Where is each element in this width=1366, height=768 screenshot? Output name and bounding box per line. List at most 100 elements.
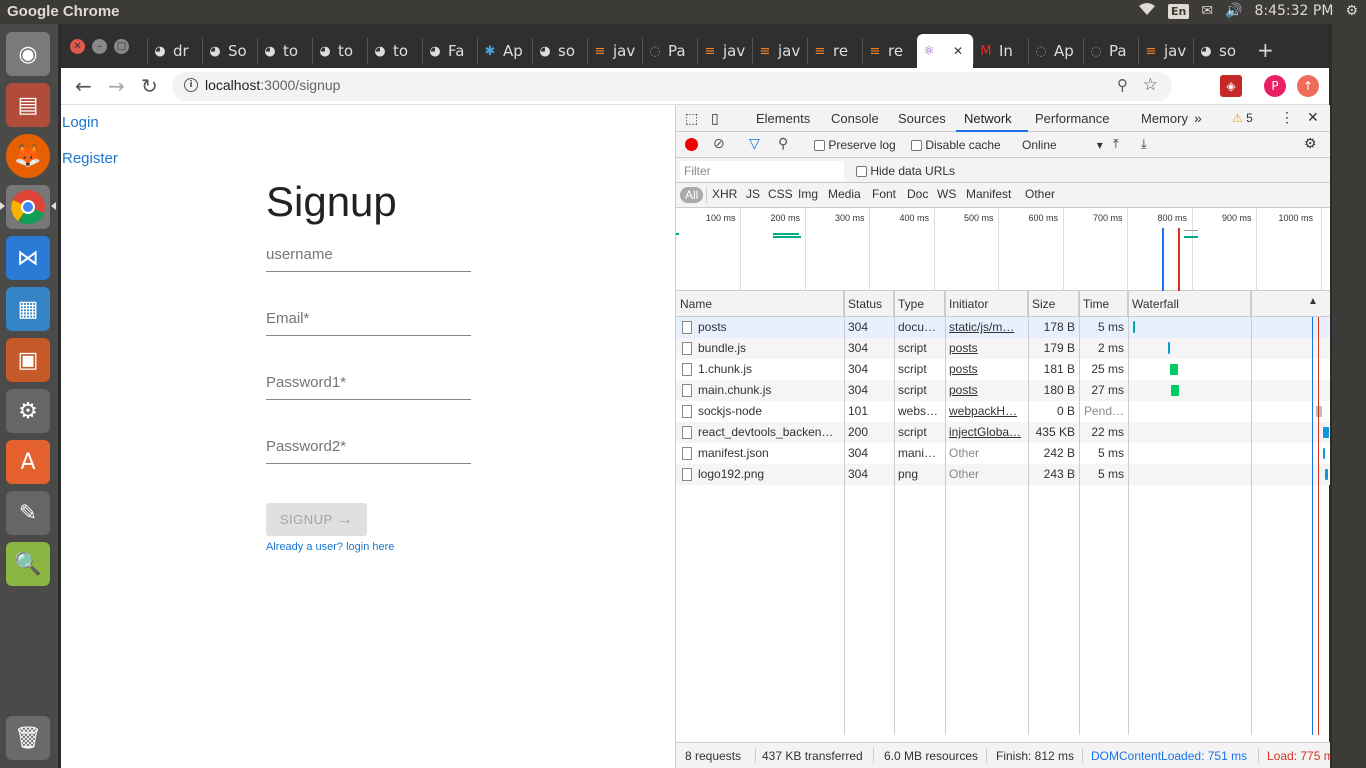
- type-filter-all[interactable]: All: [680, 187, 704, 203]
- network-request-row[interactable]: sockjs-node 101 webs… webpackH… 0 B Pend…: [676, 401, 1330, 422]
- hide-data-urls-control[interactable]: Hide data URLs: [856, 164, 955, 178]
- browser-tab[interactable]: ◕ dr: [147, 38, 202, 64]
- devtools-tab-sources[interactable]: Sources: [898, 111, 946, 126]
- column-header-waterfall[interactable]: Waterfall: [1128, 291, 1251, 317]
- browser-tab[interactable]: ≡ jav: [697, 38, 752, 64]
- minimize-window-icon[interactable]: –: [92, 39, 107, 54]
- throttling-select[interactable]: Online ▾: [1022, 138, 1103, 152]
- devtools-menu-icon[interactable]: ⋮: [1280, 109, 1294, 126]
- extension-icon[interactable]: ◈: [1220, 75, 1242, 97]
- disable-cache-checkbox[interactable]: [911, 140, 922, 152]
- cell-initiator[interactable]: injectGloba…: [945, 422, 1028, 443]
- column-header-initiator[interactable]: Initiator: [945, 291, 1028, 317]
- type-filter-js[interactable]: JS: [746, 187, 760, 201]
- record-icon[interactable]: [685, 138, 698, 151]
- wifi-icon[interactable]: [1138, 2, 1156, 20]
- close-window-icon[interactable]: ✕: [70, 39, 85, 54]
- cell-initiator[interactable]: posts: [945, 359, 1028, 380]
- warning-icon[interactable]: ⚠ 5: [1232, 111, 1253, 125]
- password1-input[interactable]: [266, 370, 471, 391]
- type-filter-img[interactable]: Img: [798, 187, 818, 201]
- browser-tab[interactable]: ≡ jav: [1138, 38, 1193, 64]
- browser-tab[interactable]: ◕ to: [257, 38, 312, 64]
- profile-avatar[interactable]: P: [1264, 75, 1286, 97]
- filter-icon[interactable]: ▽: [749, 135, 760, 152]
- reload-button[interactable]: ↻: [141, 74, 158, 98]
- preserve-log-control[interactable]: Preserve log: [814, 138, 896, 152]
- type-filter-other[interactable]: Other: [1025, 187, 1055, 201]
- type-filter-manifest[interactable]: Manifest: [966, 187, 1011, 201]
- login-link[interactable]: Login: [62, 114, 99, 131]
- filter-input[interactable]: Filter: [680, 161, 844, 181]
- writer-icon[interactable]: ▦: [6, 287, 50, 331]
- already-user-link[interactable]: Already a user? login here: [266, 541, 394, 553]
- register-link[interactable]: Register: [62, 150, 118, 167]
- zoom-icon[interactable]: ⚲: [1117, 76, 1128, 94]
- browser-tab[interactable]: ⚛ ✕: [917, 34, 973, 68]
- username-input[interactable]: [266, 242, 471, 263]
- column-header-name[interactable]: Name: [676, 291, 844, 317]
- search-icon[interactable]: ⚲: [778, 135, 788, 152]
- browser-tab[interactable]: ≡ re: [807, 38, 862, 64]
- mail-icon[interactable]: ✉: [1201, 3, 1213, 19]
- system-tools-icon[interactable]: ⚙: [6, 389, 50, 433]
- type-filter-media[interactable]: Media: [828, 187, 861, 201]
- inspect-element-icon[interactable]: ⬚: [685, 110, 698, 127]
- disable-cache-control[interactable]: Disable cache: [911, 138, 1001, 152]
- browser-tab[interactable]: ◕ to: [312, 38, 367, 64]
- vscode-icon[interactable]: ⋈: [6, 236, 50, 280]
- cell-initiator[interactable]: posts: [945, 338, 1028, 359]
- cell-initiator[interactable]: webpackH…: [945, 401, 1028, 422]
- signup-button[interactable]: SIGNUP →: [266, 503, 367, 536]
- browser-tab[interactable]: ◕ to: [367, 38, 422, 64]
- browser-tab[interactable]: ◕ Fa: [422, 38, 477, 64]
- impress-icon[interactable]: ▣: [6, 338, 50, 382]
- hide-data-urls-checkbox[interactable]: [856, 166, 867, 178]
- close-tab-icon[interactable]: ✕: [953, 44, 963, 58]
- bookmark-star-icon[interactable]: ☆: [1143, 75, 1158, 95]
- network-settings-icon[interactable]: ⚙: [1304, 135, 1317, 152]
- column-header-status[interactable]: Status: [844, 291, 894, 317]
- column-header-size[interactable]: Size: [1028, 291, 1079, 317]
- network-request-row[interactable]: react_devtools_backen… 200 script injectGlo…: [676, 422, 1330, 443]
- import-har-icon[interactable]: ⤒: [1113, 136, 1119, 152]
- browser-tab[interactable]: ≡ jav: [587, 38, 642, 64]
- new-tab-button[interactable]: +: [1257, 38, 1274, 62]
- browser-tab[interactable]: ≡ jav: [752, 38, 807, 64]
- text-editor-icon[interactable]: ✎: [6, 491, 50, 535]
- update-icon[interactable]: ↑: [1297, 75, 1319, 97]
- close-devtools-icon[interactable]: ✕: [1307, 109, 1319, 126]
- devtools-tab-console[interactable]: Console: [831, 111, 879, 126]
- browser-tab[interactable]: ◌ Pa: [1083, 38, 1138, 64]
- network-request-row[interactable]: main.chunk.js 304 script posts 180 B 27 ms: [676, 380, 1330, 401]
- browser-tab[interactable]: ◕ so: [532, 38, 587, 64]
- network-request-row[interactable]: 1.chunk.js 304 script posts 181 B 25 ms: [676, 359, 1330, 380]
- back-button[interactable]: ←: [75, 74, 92, 98]
- network-request-row[interactable]: manifest.json 304 mani… Other 242 B 5 ms: [676, 443, 1330, 464]
- type-filter-doc[interactable]: Doc: [907, 187, 928, 201]
- devtools-tab-elements[interactable]: Elements: [756, 111, 810, 126]
- maximize-window-icon[interactable]: □: [114, 39, 129, 54]
- clear-icon[interactable]: ⊘: [713, 135, 725, 152]
- address-bar[interactable]: i localhost:3000/signup ⚲ ☆: [172, 72, 1172, 101]
- network-request-row[interactable]: logo192.png 304 png Other 243 B 5 ms: [676, 464, 1330, 485]
- browser-tab[interactable]: ◌ Ap: [1028, 38, 1083, 64]
- column-header-time[interactable]: Time: [1079, 291, 1128, 317]
- browser-tab[interactable]: ≡ re: [862, 38, 917, 64]
- cell-initiator[interactable]: posts: [945, 380, 1028, 401]
- keyboard-layout-indicator[interactable]: En: [1167, 3, 1190, 19]
- firefox-icon[interactable]: 🦊: [6, 134, 50, 178]
- network-request-row[interactable]: bundle.js 304 script posts 179 B 2 ms: [676, 338, 1330, 359]
- system-monitor-icon[interactable]: 🔍: [6, 542, 50, 586]
- type-filter-font[interactable]: Font: [872, 187, 896, 201]
- browser-tab[interactable]: ◕ So: [202, 38, 257, 64]
- preserve-log-checkbox[interactable]: [814, 140, 825, 152]
- forward-button[interactable]: →: [108, 74, 125, 98]
- password2-input[interactable]: [266, 434, 471, 455]
- settings-gear-icon[interactable]: ⚙: [1345, 3, 1358, 19]
- type-filter-xhr[interactable]: XHR: [712, 187, 737, 201]
- more-tabs-icon[interactable]: »: [1194, 110, 1202, 126]
- browser-tab[interactable]: ✱ Ap: [477, 38, 532, 64]
- chrome-icon[interactable]: [6, 185, 50, 229]
- devtools-tab-network[interactable]: Network: [964, 111, 1012, 126]
